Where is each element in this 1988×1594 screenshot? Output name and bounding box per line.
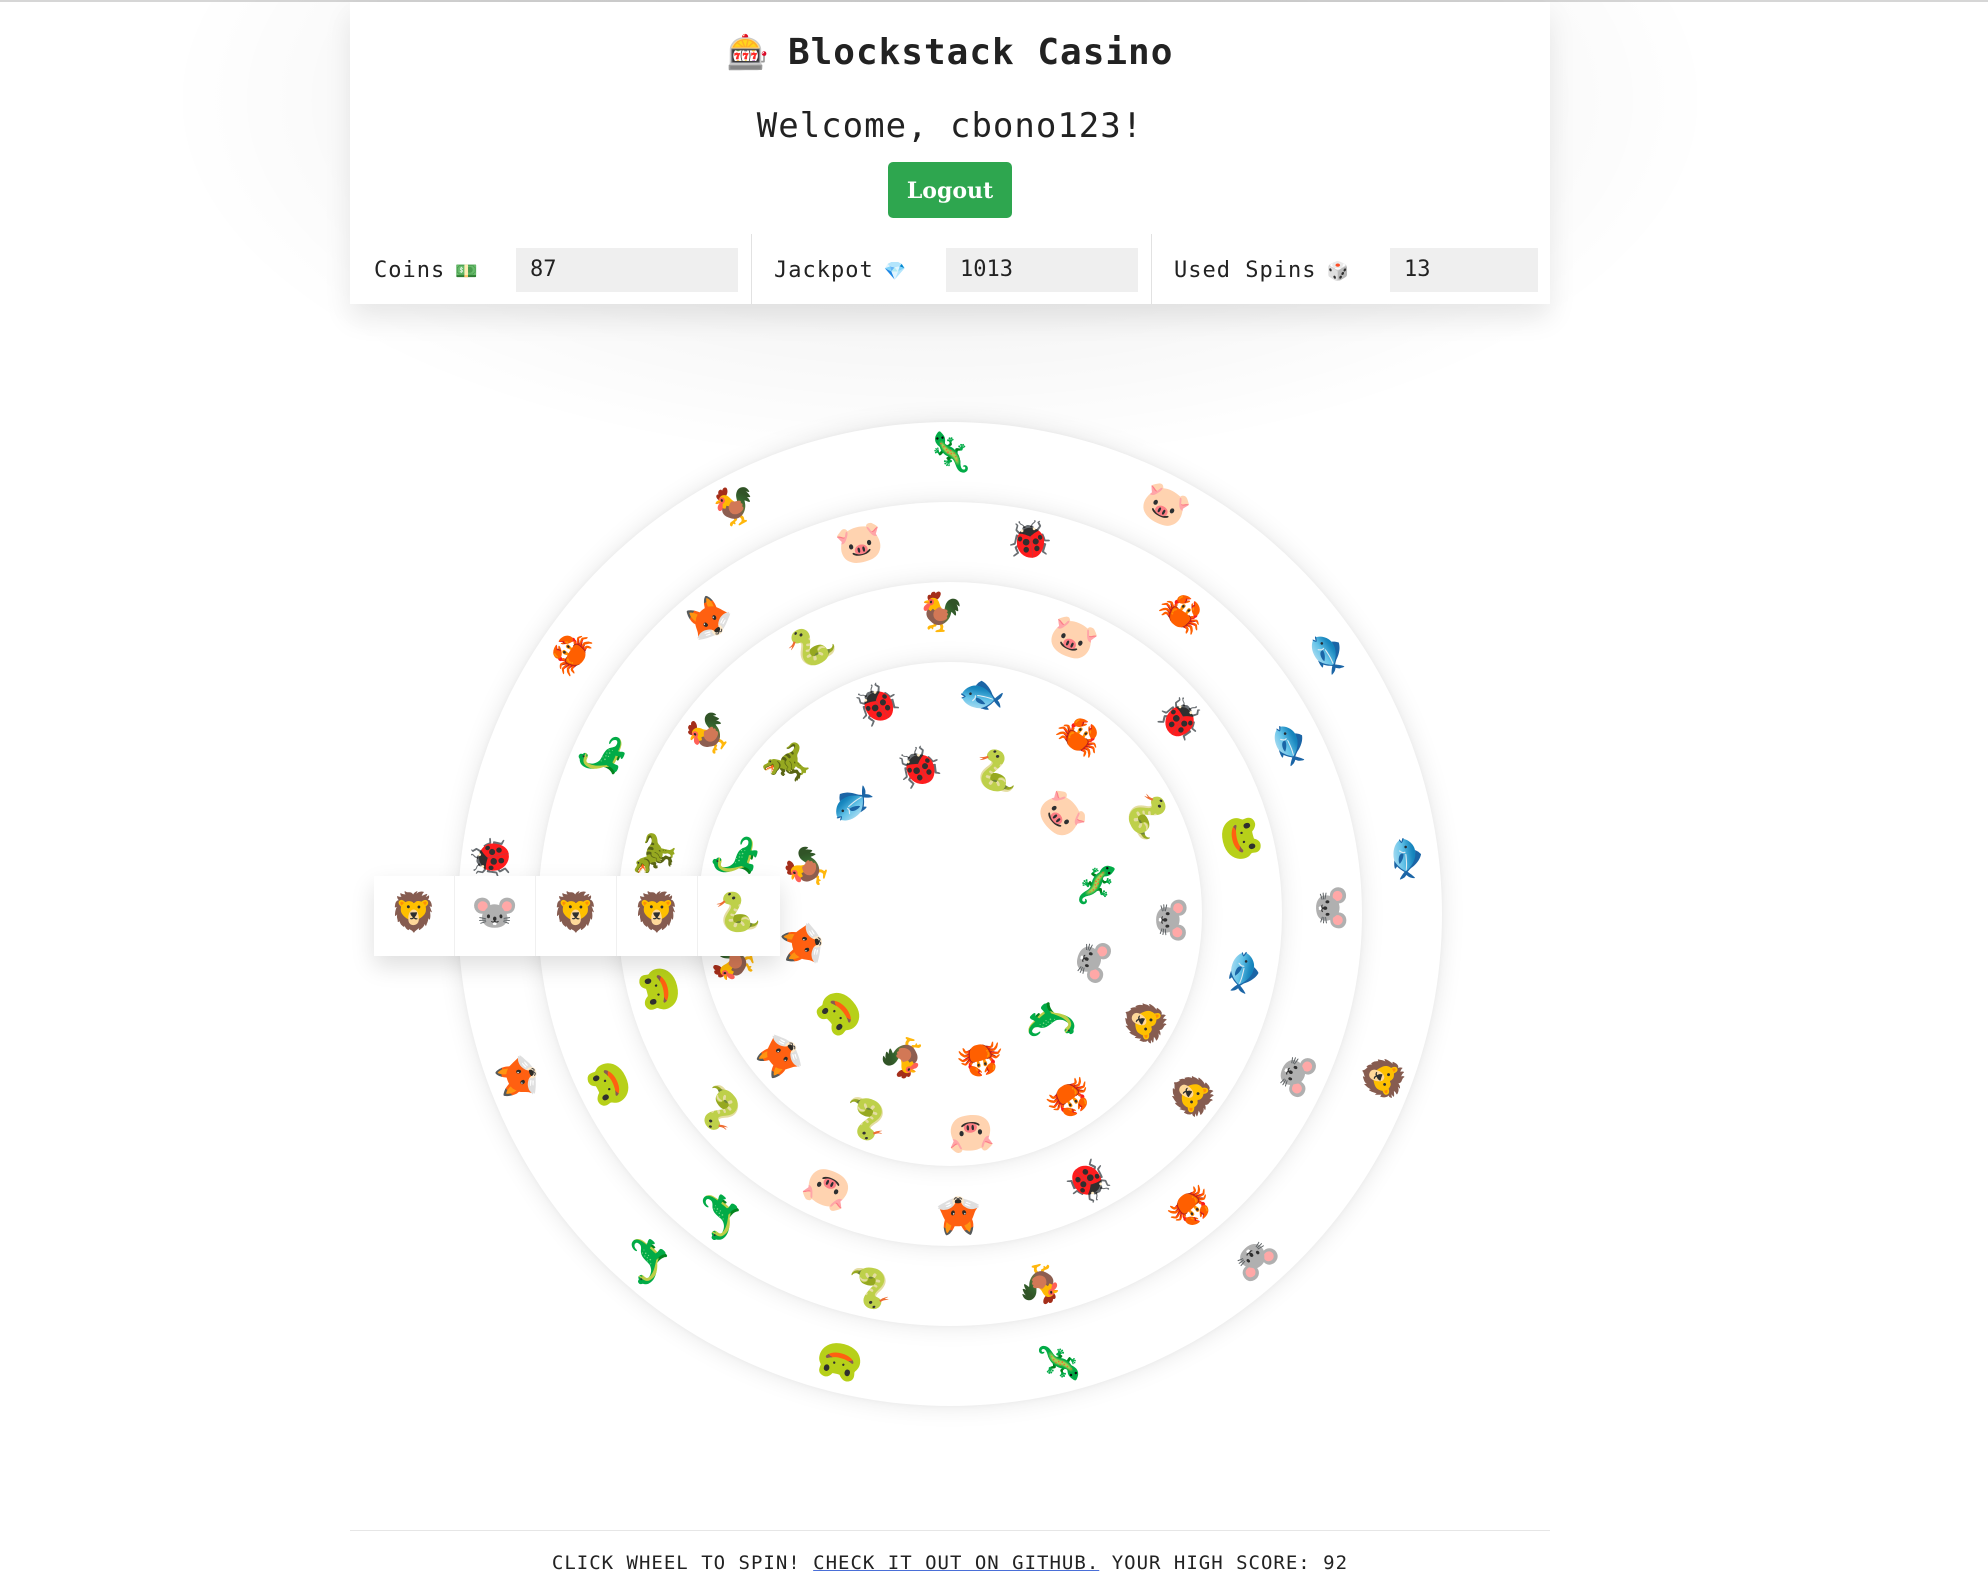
selection-panel: 🦁 🐭 🦁 🦁 🐍: [374, 876, 780, 956]
page-title: 🎰 Blockstack Casino: [350, 32, 1550, 73]
lion-icon: 🦁: [633, 890, 681, 934]
money-icon: 💵: [455, 261, 479, 282]
spin-instruction: Click wheel to spin!: [551, 1552, 801, 1574]
ladybug-icon: 🐞: [1001, 513, 1058, 567]
diamond-icon: 💎: [883, 261, 908, 282]
high-score: Your high score: 92: [1111, 1552, 1349, 1574]
fish-icon: 🐟: [1220, 945, 1273, 1001]
coins-label: Coins: [374, 258, 446, 283]
slot-machine-icon: 🎰: [726, 33, 770, 73]
logout-button[interactable]: Logout: [888, 162, 1012, 218]
ladybug-icon: 🐞: [891, 740, 947, 794]
selection-slot-5: 🐍: [698, 876, 778, 956]
coins-field[interactable]: [516, 248, 738, 292]
rooster-icon: 🐓: [917, 589, 966, 635]
mouse-icon: 🐭: [1309, 884, 1355, 933]
snake-icon: 🐍: [842, 1261, 899, 1315]
coins-stat: Coins 💵: [350, 234, 751, 304]
selection-slot-2: 🐭: [455, 876, 536, 956]
pig-icon: 🐷: [945, 1110, 997, 1160]
fox-icon: 🦊: [776, 917, 830, 973]
jackpot-field[interactable]: [946, 248, 1138, 292]
spins-stat: Used Spins 🎲: [1152, 234, 1550, 304]
selection-slot-1: 🦁: [374, 876, 455, 956]
fish-icon: 🐟: [955, 669, 1010, 720]
dice-icon: 🎲: [1326, 261, 1350, 282]
fox-icon: 🦊: [934, 1193, 983, 1239]
fish-icon: 🐟: [1383, 832, 1434, 885]
crab-icon: 🦀: [953, 1034, 1009, 1088]
snake-icon: 🐍: [714, 890, 762, 934]
lion-icon: 🦁: [390, 890, 438, 934]
jackpot-stat: Jackpot 💎: [752, 234, 1152, 304]
mouse-icon: 🐭: [471, 890, 519, 934]
used-spins-label: Used Spins: [1174, 258, 1317, 283]
mouse-icon: 🐭: [1149, 895, 1195, 944]
github-link[interactable]: Check it out on GitHub.: [813, 1552, 1099, 1574]
header-card: 🎰 Blockstack Casino Welcome, cbono123! Lo…: [350, 2, 1550, 304]
app-title: Blockstack Casino: [787, 32, 1174, 73]
lizard-icon: 🦎: [926, 430, 974, 474]
selection-slot-3: 🦁: [536, 876, 617, 956]
footer: Click wheel to spin! Check it out on Git…: [350, 1552, 1550, 1574]
lizard-icon: 🦎: [1070, 855, 1124, 911]
selection-slot-4: 🦁: [617, 876, 698, 956]
welcome-message: Welcome, cbono123!: [756, 106, 1144, 146]
stats-bar: Coins 💵 Jackpot 💎 Used Spins 🎲: [350, 234, 1550, 304]
used-spins-field[interactable]: [1390, 248, 1538, 292]
jackpot-label: Jackpot: [774, 258, 874, 283]
lion-icon: 🦁: [552, 890, 600, 934]
footer-divider: [350, 1530, 1550, 1531]
